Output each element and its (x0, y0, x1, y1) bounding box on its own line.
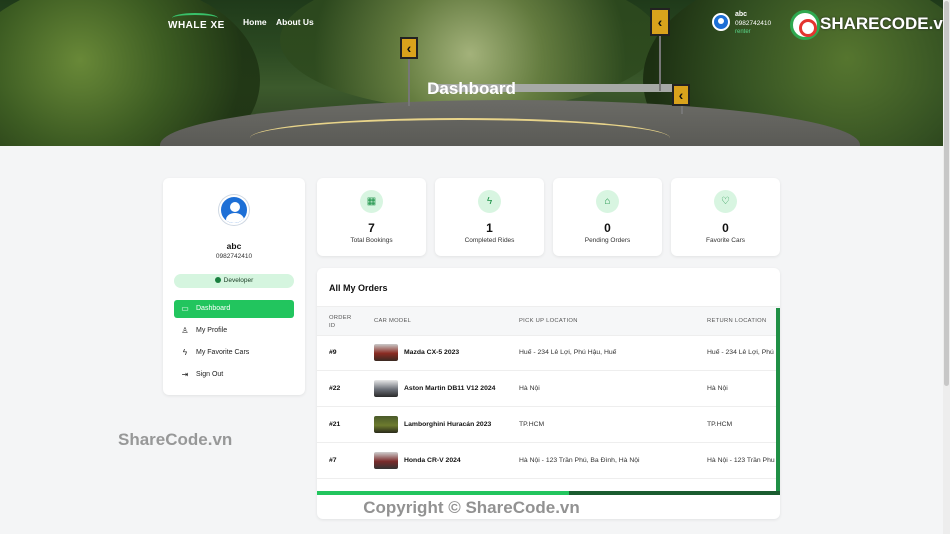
table-row[interactable]: #22 Aston Martin DB11 V12 2024 Hà Nội Hà… (317, 371, 780, 407)
brand-logo[interactable]: WHALE XE (168, 20, 225, 31)
car-model: Lamborghini Huracán 2023 (404, 421, 492, 428)
menu-item-label: Sign Out (196, 371, 224, 378)
menu-item-label: Dashboard (196, 305, 231, 312)
stat-value: 1 (486, 221, 493, 235)
stat-card-total-bookings: ▦ 7 Total Bookings (317, 178, 426, 256)
pickup-location: Huế - 234 Lê Lợi, Phú Hậu, Huế (519, 349, 617, 356)
orders-table-card: All My Orders ORDER ID CAR MODEL PICK UP… (317, 268, 780, 519)
stat-card-pending-orders: ⌂ 0 Pending Orders (553, 178, 662, 256)
sharecode-logo-icon (790, 10, 820, 40)
pickup-location: TP.HCM (519, 421, 545, 428)
sharecode-logo-text: SHARECODE.vn (820, 14, 950, 33)
car-thumbnail (374, 344, 398, 361)
nav-link-about[interactable]: About Us (276, 17, 314, 27)
stat-card-completed-rides: ϟ 1 Completed Rides (435, 178, 544, 256)
column-header-return: RETURN LOCATION (707, 318, 767, 324)
stat-value: 0 (604, 221, 611, 235)
car-thumbnail (374, 380, 398, 397)
car-model: Honda CR-V 2024 (404, 457, 461, 464)
column-header-pickup: PICK UP LOCATION (519, 318, 578, 324)
watermark-middle: ShareCode.vn (118, 430, 233, 449)
menu-item-my-profile[interactable]: ♙ My Profile (174, 322, 294, 340)
menu-item-dashboard[interactable]: ▭ Dashboard (174, 300, 294, 318)
order-id: #21 (329, 421, 341, 428)
orders-title: All My Orders (329, 283, 388, 293)
user-name: abc (735, 11, 748, 18)
return-location: Hà Nội - 123 Trần Phu (707, 457, 775, 464)
menu-item-sign-out[interactable]: ⇥ Sign Out (174, 366, 294, 384)
bank-icon: ⌂ (596, 190, 619, 213)
column-header-car-model: CAR MODEL (374, 318, 412, 324)
pickup-location: Hà Nội (519, 385, 540, 392)
menu-item-label: My Profile (196, 327, 228, 334)
stat-label: Favorite Cars (705, 237, 745, 244)
bolt-icon: ϟ (182, 348, 188, 357)
table-row[interactable]: #7 Honda CR-V 2024 Hà Nội - 123 Trần Phú… (317, 443, 780, 479)
column-header-order-id: ORDER ID (329, 315, 352, 329)
stat-card-favorite-cars: ♡ 0 Favorite Cars (671, 178, 780, 256)
table-header: ORDER ID CAR MODEL PICK UP LOCATION RETU… (317, 306, 780, 336)
order-id: #22 (329, 385, 341, 392)
folder-icon: ▭ (181, 304, 189, 313)
user-avatar-icon[interactable] (712, 13, 730, 31)
car-thumbnail (374, 416, 398, 433)
bolt-icon: ϟ (478, 190, 501, 213)
order-id: #7 (329, 457, 337, 464)
profile-phone: 0982742410 (215, 253, 253, 260)
scrollbar-thumb[interactable] (944, 1, 949, 386)
table-vertical-scrollbar[interactable] (776, 308, 780, 495)
role-badge-label: Developer (223, 277, 254, 284)
profile-card: abc 0982742410 Developer ▭ Dashboard ♙ M… (163, 178, 305, 395)
role-badge: Developer (174, 274, 294, 288)
sign-out-icon: ⇥ (181, 370, 189, 379)
user-role: renter (735, 29, 751, 35)
badge-dot-icon (214, 277, 221, 283)
return-location: TP.HCM (707, 421, 733, 428)
heart-icon: ♡ (714, 190, 737, 213)
watermark-bottom: Copyright © ShareCode.vn (363, 498, 580, 517)
profile-name: abc (226, 241, 242, 251)
profile-avatar-icon (219, 195, 249, 225)
return-location: Huế - 234 Lê Lợi, Phú (707, 349, 774, 356)
stat-label: Total Bookings (350, 237, 393, 244)
stat-value: 7 (368, 221, 375, 235)
user-phone: 0982742410 (735, 20, 772, 27)
stat-label: Completed Rides (464, 237, 515, 244)
warning-sign-icon: ‹ (400, 37, 418, 59)
page-scrollbar[interactable] (943, 0, 950, 534)
calendar-icon: ▦ (360, 190, 383, 213)
order-id: #9 (329, 349, 337, 356)
menu-item-label: My Favorite Cars (196, 349, 250, 356)
car-thumbnail (374, 452, 398, 469)
sharecode-logo: SHARECODE.vn (790, 10, 950, 40)
stat-label: Pending Orders (584, 237, 631, 244)
table-row[interactable]: #9 Mazda CX-5 2023 Huế - 234 Lê Lợi, Phú… (317, 335, 780, 371)
car-model: Mazda CX-5 2023 (404, 349, 460, 356)
pickup-location: Hà Nội - 123 Trần Phú, Ba Đình, Hà Nội (519, 457, 640, 464)
menu-item-favorite-cars[interactable]: ϟ My Favorite Cars (174, 344, 294, 362)
table-row[interactable]: #21 Lamborghini Huracán 2023 TP.HCM TP.H… (317, 407, 780, 443)
table-horizontal-scroll-thumb[interactable] (317, 491, 569, 495)
nav-link-home[interactable]: Home (243, 17, 267, 27)
user-icon: ♙ (181, 326, 189, 335)
stat-value: 0 (722, 221, 729, 235)
page-title: Dashboard (427, 79, 516, 98)
return-location: Hà Nội (707, 385, 728, 392)
car-model: Aston Martin DB11 V12 2024 (404, 385, 496, 392)
